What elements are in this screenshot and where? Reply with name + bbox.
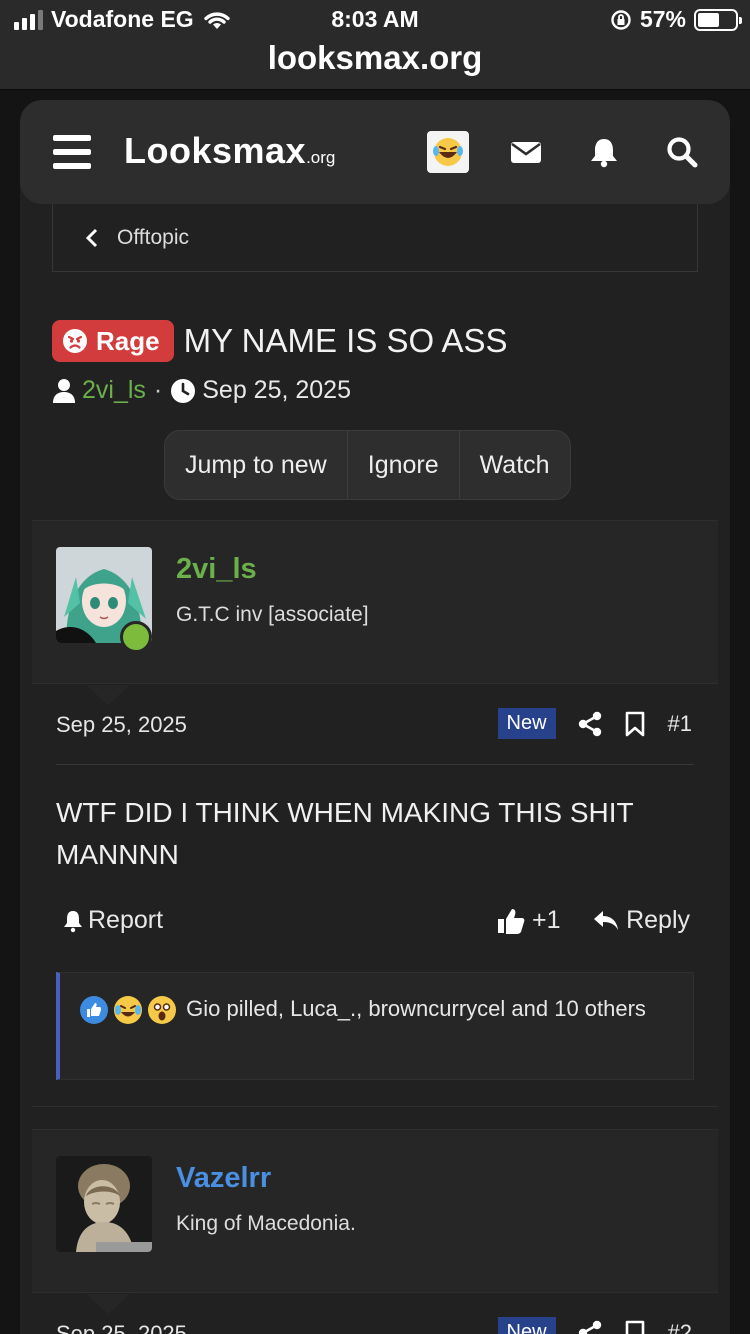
post: Vazelrr King of Macedonia. Sep 25, 2025 … — [32, 1129, 718, 1334]
share-icon[interactable] — [578, 711, 602, 737]
share-icon[interactable] — [578, 1320, 602, 1334]
site-logo[interactable]: Looksmax.org — [124, 130, 335, 172]
report-label: Report — [88, 906, 164, 934]
like-count: +1 — [532, 906, 561, 934]
page-container: Looksmax.org Offtopic Rage MY NAME IS SO… — [20, 100, 730, 1334]
post-body: WTF DID I THINK WHEN MAKING THIS SHIT MA… — [56, 797, 634, 870]
post-user-header: Vazelrr King of Macedonia. — [32, 1129, 718, 1314]
clock-icon — [171, 378, 196, 403]
url-bar[interactable]: looksmax.org — [0, 36, 750, 90]
new-badge: New — [497, 1317, 556, 1334]
top-navigation: Looksmax.org — [20, 100, 730, 204]
like-button[interactable]: +1 — [496, 906, 561, 935]
report-button[interactable]: Report — [62, 906, 163, 935]
mail-icon[interactable] — [508, 134, 544, 170]
prefix-label: Rage — [96, 325, 160, 356]
jump-to-new-button[interactable]: Jump to new — [165, 431, 348, 499]
status-right: 57% — [610, 6, 742, 33]
header-notch — [86, 1294, 130, 1314]
post-actions: Report +1 Reply — [56, 906, 694, 946]
reply-button[interactable]: Reply — [592, 906, 690, 935]
post-user-header: 2vi_ls G.T.C inv [associate] — [32, 520, 718, 705]
rage-prefix-badge[interactable]: Rage — [52, 320, 174, 362]
bell-icon — [64, 910, 82, 932]
thread-date: Sep 25, 2025 — [202, 376, 351, 404]
reactions-text: Gio pilled, Luca_., browncurrycel and 10… — [186, 996, 646, 1021]
rotation-lock-icon — [611, 9, 631, 30]
battery-fill — [698, 12, 719, 27]
post-number[interactable]: #1 — [668, 711, 692, 737]
divider — [56, 764, 694, 765]
reactions-bar[interactable]: Gio pilled, Luca_., browncurrycel and 10… — [56, 972, 694, 1080]
search-icon[interactable] — [664, 134, 700, 170]
post-username[interactable]: 2vi_ls — [176, 553, 257, 586]
meta-separator: · — [153, 376, 163, 404]
post-username[interactable]: Vazelrr — [176, 1162, 271, 1195]
battery-percent: 57% — [639, 6, 686, 32]
thread-title-row: Rage MY NAME IS SO ASS — [52, 320, 712, 362]
statue-avatar-image — [56, 1156, 152, 1252]
thread-author-link[interactable]: 2vi_ls — [82, 376, 146, 405]
reaction-icons — [80, 996, 176, 1025]
avatar[interactable] — [56, 1156, 152, 1252]
post-date[interactable]: Sep 25, 2025 — [56, 1321, 187, 1334]
reply-icon — [594, 910, 619, 930]
online-status-indicator — [120, 621, 152, 653]
watch-button[interactable]: Watch — [460, 431, 570, 499]
logo-suffix: .org — [306, 148, 336, 167]
thumbs-up-icon — [498, 908, 525, 934]
user-title: G.T.C inv [associate] — [176, 603, 369, 626]
new-badge: New — [497, 708, 556, 739]
user-avatar-icon[interactable] — [427, 131, 469, 173]
like-reaction-icon — [80, 996, 108, 1025]
laughing-emoji-icon — [433, 138, 463, 166]
angry-face-icon — [63, 329, 87, 353]
battery-icon — [694, 8, 742, 31]
post-tools: New #2 — [497, 1317, 692, 1334]
thread-meta: 2vi_ls · Sep 25, 2025 — [52, 376, 351, 405]
bookmark-icon[interactable] — [624, 711, 646, 737]
header-notch — [86, 685, 130, 705]
reply-label: Reply — [626, 906, 690, 934]
breadcrumb[interactable]: Offtopic — [52, 204, 698, 272]
logo-text: Looksmax — [124, 130, 307, 171]
hamburger-menu-icon[interactable] — [53, 135, 91, 169]
crying-laughing-icon — [114, 996, 142, 1025]
post: 2vi_ls G.T.C inv [associate] Sep 25, 202… — [32, 520, 718, 1110]
post-number[interactable]: #2 — [668, 1320, 692, 1334]
post-divider — [32, 1106, 718, 1107]
chevron-left-icon — [85, 228, 98, 247]
shocked-face-icon — [148, 996, 176, 1025]
bookmark-icon[interactable] — [624, 1320, 646, 1334]
user-icon — [53, 378, 75, 403]
thread-title: MY NAME IS SO ASS — [183, 322, 508, 359]
bell-icon[interactable] — [586, 134, 622, 170]
post-date[interactable]: Sep 25, 2025 — [56, 712, 187, 738]
breadcrumb-label: Offtopic — [117, 225, 189, 249]
user-title: King of Macedonia. — [176, 1212, 356, 1235]
post-tools: New #1 — [497, 708, 692, 739]
ignore-button[interactable]: Ignore — [348, 431, 460, 499]
thread-actions: Jump to new Ignore Watch — [164, 430, 571, 500]
